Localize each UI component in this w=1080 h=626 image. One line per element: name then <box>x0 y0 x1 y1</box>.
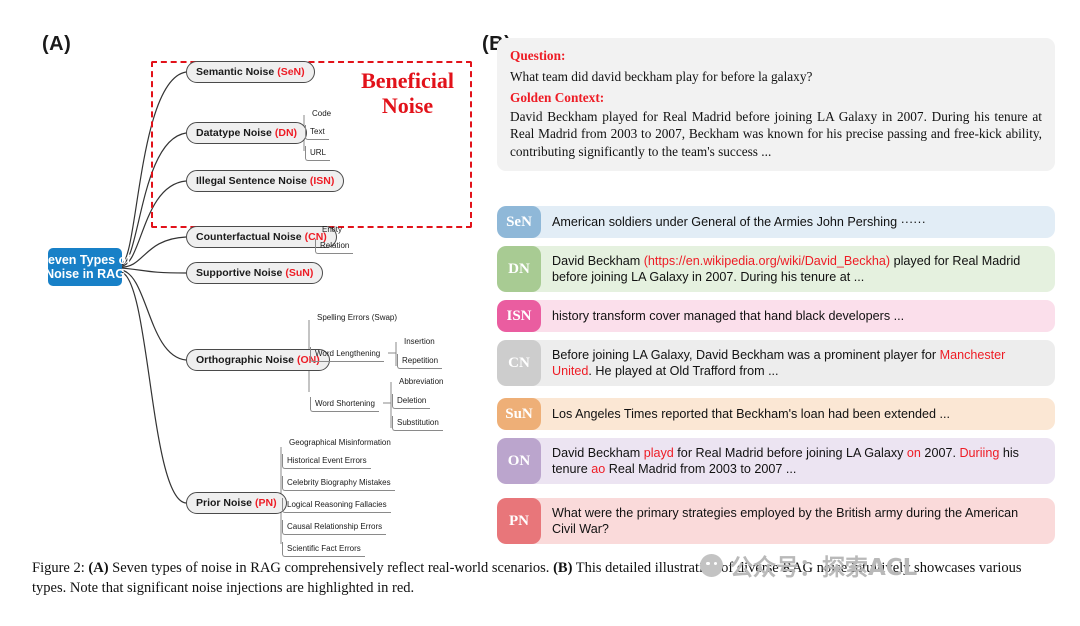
node-prior-noise[interactable]: Prior Noise (PN) <box>186 492 287 514</box>
noise-badge-dn: DN <box>497 246 541 292</box>
beneficial-noise-title: Beneficial Noise <box>361 68 454 118</box>
leaf-repetition: Repetition <box>397 354 443 369</box>
leaf-causal-relationship-errors: Causal Relationship Errors <box>282 520 387 535</box>
highlighted-noise-span: playd <box>643 445 674 460</box>
plain-text-span: . He played at Old Trafford from ... <box>588 364 779 378</box>
root-line-1: Seven Types of <box>39 253 131 267</box>
node-supportive-noise-abbr: (SuN) <box>285 267 314 279</box>
noise-example-row: ON David Beckham playd for Real Madrid be… <box>497 438 1055 484</box>
leaf-deletion: Deletion <box>392 394 431 409</box>
leaf-substitution: Substitution <box>392 416 443 431</box>
node-illegal-sentence-noise-label: Illegal Sentence Noise <box>196 175 307 187</box>
leaf-logical-reasoning-fallacies: Logical Reasoning Fallacies <box>282 498 391 513</box>
leaf-counterfactual-entity: Entity <box>322 225 343 234</box>
plain-text-span: Los Angeles Times reported that Beckham'… <box>552 406 950 421</box>
node-counterfactual-noise-label: Counterfactual Noise <box>196 231 302 243</box>
noise-badge-on: ON <box>497 438 541 484</box>
leaf-scientific-fact-errors: Scientific Fact Errors <box>282 542 365 557</box>
node-orthographic-noise-label: Orthographic Noise <box>196 354 295 366</box>
leaf-geographical-misinformation: Geographical Misinformation <box>289 438 391 447</box>
noise-example-row: PN What were the primary strategies emplo… <box>497 498 1055 544</box>
leaf-word-shortening: Word Shortening <box>310 397 379 412</box>
node-datatype-noise[interactable]: Datatype Noise (DN) <box>186 122 308 144</box>
node-supportive-noise[interactable]: Supportive Noise (SuN) <box>186 262 324 284</box>
leaf-datatype-text: Text <box>305 125 329 140</box>
node-datatype-noise-label: Datatype Noise <box>196 127 272 139</box>
highlighted-noise-span: Duriing <box>959 445 1000 460</box>
question-label: Question: <box>510 48 566 63</box>
leaf-celebrity-biography-mistakes: Celebrity Biography Mistakes <box>282 476 395 491</box>
figure-caption: Figure 2: (A) Seven types of noise in RA… <box>32 558 1050 598</box>
plain-text-span: 2007. <box>920 445 960 460</box>
noise-example-row: SeN American soldiers under General of th… <box>497 206 1055 238</box>
question-context-box: Question: What team did david beckham pl… <box>497 38 1055 171</box>
highlighted-noise-span: ao <box>591 462 606 476</box>
plain-text-span: What were the primary strategies employe… <box>552 505 1019 537</box>
leaf-spelling-errors-swap: Spelling Errors (Swap) <box>317 313 398 322</box>
noise-example-text: Before joining LA Galaxy, David Beckham … <box>541 340 1055 386</box>
examples-panel: Question: What team did david beckham pl… <box>497 38 1055 548</box>
mindmap-root-node[interactable]: Seven Types of Noise in RAG <box>40 248 130 286</box>
leaf-historical-event-errors: Historical Event Errors <box>282 454 371 469</box>
node-supportive-noise-label: Supportive Noise <box>196 267 283 279</box>
caption-a-text: Seven types of noise in RAG comprehensiv… <box>108 560 554 576</box>
caption-b-tag: (B) <box>553 560 573 576</box>
node-prior-noise-abbr: (PN) <box>255 497 277 509</box>
node-semantic-noise[interactable]: Semantic Noise (SeN) <box>186 61 315 83</box>
leaf-datatype-code: Code <box>312 109 332 118</box>
node-illegal-sentence-noise[interactable]: Illegal Sentence Noise (ISN) <box>186 170 345 192</box>
leaf-abbreviation: Abbreviation <box>399 377 444 386</box>
noise-example-text: David Beckham playd for Real Madrid befo… <box>541 438 1055 484</box>
leaf-insertion: Insertion <box>404 337 435 346</box>
caption-prefix: Figure 2: <box>32 560 89 576</box>
node-illegal-sentence-noise-abbr: (ISN) <box>309 175 335 187</box>
golden-context-text: David Beckham played for Real Madrid bef… <box>510 108 1042 159</box>
node-orthographic-noise[interactable]: Orthographic Noise (ON) <box>186 349 330 371</box>
noise-example-text: American soldiers under General of the A… <box>541 206 1055 238</box>
noise-example-row: SuN Los Angeles Times reported that Beckh… <box>497 398 1055 430</box>
plain-text-span: history transform cover managed that han… <box>552 308 905 323</box>
golden-context-label: Golden Context: <box>510 90 605 105</box>
leaf-counterfactual-relation: Relation <box>315 239 354 254</box>
plain-text-span: for Real Madrid before joining LA Galaxy <box>673 445 907 460</box>
mindmap-panel: Seven Types of Noise in RAG Beneficial N… <box>20 20 490 557</box>
noise-example-row: ISN history transform cover managed that … <box>497 300 1055 332</box>
noise-badge-isn: ISN <box>497 300 541 332</box>
noise-badge-sun: SuN <box>497 398 541 430</box>
node-semantic-noise-label: Semantic Noise <box>196 66 275 78</box>
plain-text-span: American soldiers under General of the A… <box>552 214 926 229</box>
node-prior-noise-label: Prior Noise <box>196 497 253 509</box>
node-semantic-noise-abbr: (SeN) <box>277 66 305 78</box>
figure-2: (A) Seven Types of Noise in RAG Benefici… <box>0 0 1080 626</box>
highlighted-noise-span: (https://en.wikipedia.org/wiki/David_Bec… <box>643 253 891 268</box>
question-text: What team did david beckham play for bef… <box>510 68 813 84</box>
highlighted-noise-span: on <box>906 445 921 460</box>
root-line-2: Noise in RAG <box>45 267 125 281</box>
leaf-datatype-url: URL <box>305 146 331 161</box>
noise-example-text: Los Angeles Times reported that Beckham'… <box>541 398 1055 430</box>
noise-example-row: DN David Beckham (https://en.wikipedia.or… <box>497 246 1055 292</box>
noise-badge-pn: PN <box>497 498 541 544</box>
plain-text-span: Before joining LA Galaxy, David Beckham … <box>552 347 940 362</box>
noise-example-text: David Beckham (https://en.wikipedia.org/… <box>541 246 1055 292</box>
noise-example-text: What were the primary strategies employe… <box>541 498 1055 544</box>
noise-example-row: CN Before joining LA Galaxy, David Beckha… <box>497 340 1055 386</box>
noise-badge-sen: SeN <box>497 206 541 238</box>
noise-example-text: history transform cover managed that han… <box>541 300 1055 332</box>
node-datatype-noise-abbr: (DN) <box>274 127 298 139</box>
plain-text-span: Real Madrid from 2003 to 2007 ... <box>605 462 797 476</box>
noise-badge-cn: CN <box>497 340 541 386</box>
plain-text-span: David Beckham <box>552 445 644 460</box>
leaf-word-lengthening: Word Lengthening <box>310 347 385 362</box>
caption-a-tag: (A) <box>88 560 109 576</box>
plain-text-span: David Beckham <box>552 253 644 268</box>
